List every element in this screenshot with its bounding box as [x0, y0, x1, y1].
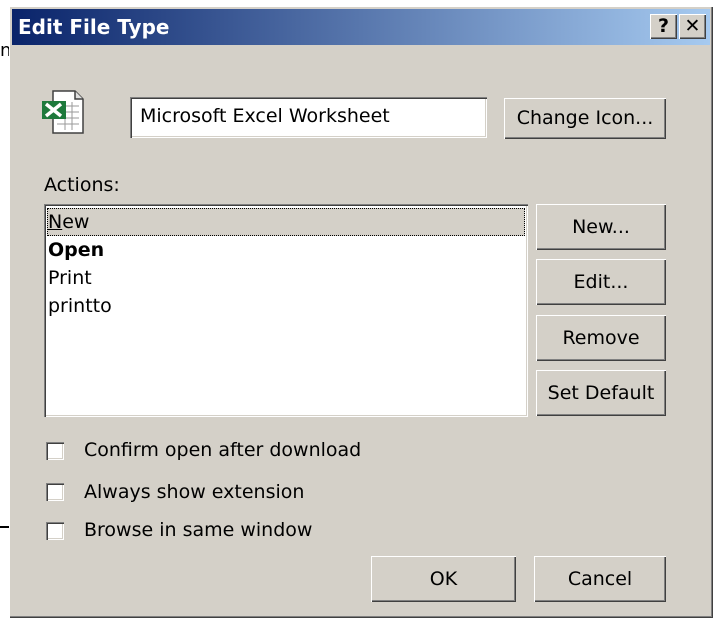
title-bar[interactable]: Edit File Type ? ✕ — [12, 9, 710, 45]
edit-action-button[interactable]: Edit... — [536, 259, 666, 305]
file-type-name-field[interactable]: Microsoft Excel Worksheet — [130, 97, 487, 138]
actions-label: Actions: — [44, 174, 120, 196]
browse-same-window-label[interactable]: Browse in same window — [84, 519, 312, 541]
change-icon-button[interactable]: Change Icon... — [504, 98, 666, 139]
ok-button[interactable]: OK — [371, 556, 516, 602]
set-default-button[interactable]: Set Default — [536, 370, 666, 416]
action-item-new[interactable]: New — [47, 208, 525, 236]
remove-action-button[interactable]: Remove — [536, 315, 666, 361]
browse-same-window-checkbox[interactable] — [46, 522, 64, 540]
excel-worksheet-icon — [39, 88, 87, 136]
dialog-title: Edit File Type — [18, 15, 170, 39]
new-action-button[interactable]: New... — [536, 204, 666, 250]
help-button[interactable]: ? — [650, 14, 677, 39]
action-item-open[interactable]: Open — [47, 236, 525, 264]
always-show-extension-checkbox[interactable] — [46, 483, 64, 501]
edit-file-type-dialog: Edit File Type ? ✕ Microsoft Excel Works… — [9, 6, 713, 618]
confirm-open-label[interactable]: Confirm open after download — [84, 439, 361, 461]
actions-list[interactable]: New Open Print printto — [44, 204, 528, 417]
action-item-print[interactable]: Print — [47, 264, 525, 292]
action-item-printto[interactable]: printto — [47, 292, 525, 320]
close-button[interactable]: ✕ — [679, 14, 706, 39]
confirm-open-checkbox[interactable] — [46, 442, 64, 460]
file-type-name: Microsoft Excel Worksheet — [140, 105, 390, 127]
always-show-extension-label[interactable]: Always show extension — [84, 481, 304, 503]
cancel-button[interactable]: Cancel — [534, 556, 666, 602]
